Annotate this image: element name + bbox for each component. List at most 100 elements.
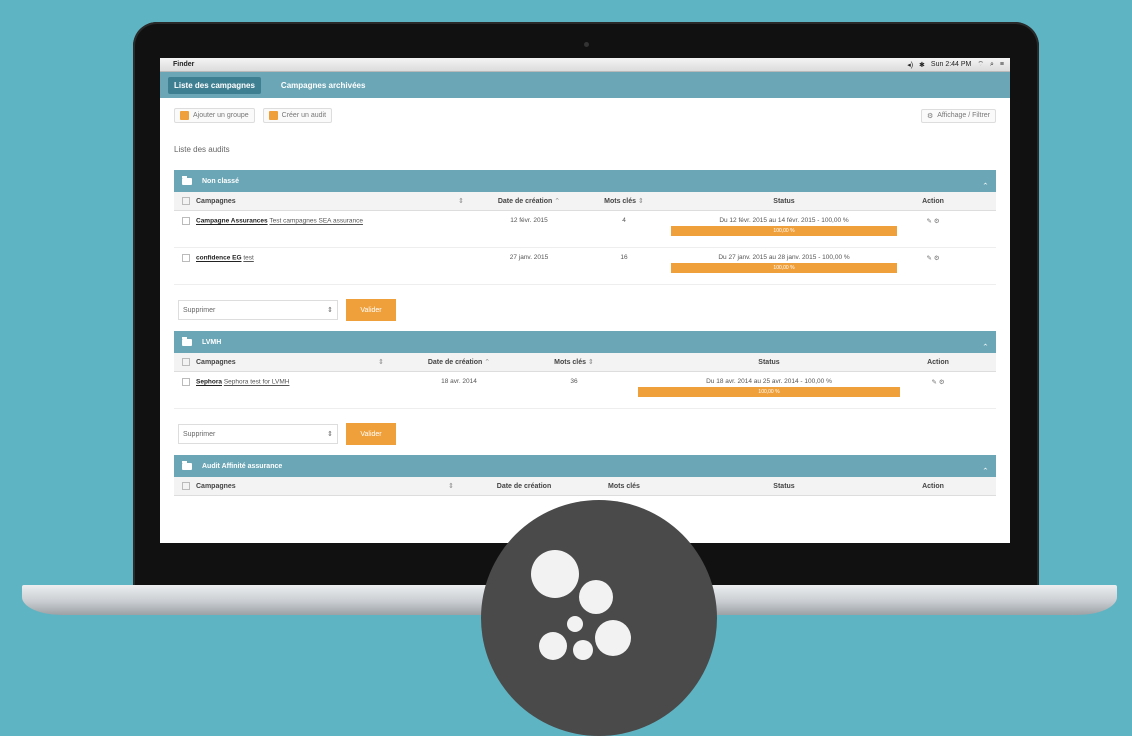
sort-icon[interactable]: ⇕ (638, 198, 644, 205)
create-audit-button[interactable]: Créer un audit (262, 108, 333, 123)
edit-icon[interactable]: ✎ (926, 255, 931, 262)
logo-dot (539, 632, 567, 660)
folder-icon (182, 460, 192, 470)
column-keywords[interactable]: Mots clés ⇕ (584, 197, 664, 205)
edit-icon[interactable]: ✎ (931, 379, 936, 386)
settings-icon[interactable]: ⚙ (939, 379, 945, 386)
group-header[interactable]: LVMH ‸ (174, 331, 996, 353)
column-status-label: Status (773, 482, 795, 490)
bubbles-logo-icon (481, 500, 717, 736)
progress-bar: 100,00 % (671, 263, 897, 273)
sort-icon[interactable]: ⇕ (448, 482, 454, 490)
column-keywords-label: Mots clés (604, 198, 637, 205)
group-header[interactable]: Non classé ‸ (174, 170, 996, 192)
sort-icon[interactable]: ⌃ (554, 198, 560, 205)
campaign-detail-link[interactable]: Sephora test for LVMH (224, 379, 290, 386)
table-row: Sephora Sephora test for LVMH 18 avr. 20… (174, 372, 996, 409)
bulk-actions: Supprimer ⇕ Valider (174, 285, 996, 331)
campaign-link[interactable]: confidence EG (196, 255, 242, 262)
menubar-clock[interactable]: Sun 2:44 PM (931, 61, 971, 68)
campaign-link[interactable]: Sephora (196, 379, 222, 386)
group-panel: Audit Affinité assurance ‸ Campagnes ⇕ Da… (174, 455, 996, 496)
menubar-app-name[interactable]: Finder (173, 61, 194, 68)
tab-campaign-list[interactable]: Liste des campagnes (168, 76, 261, 94)
bluetooth-icon[interactable]: ✱ (919, 61, 925, 69)
bulk-actions: Supprimer ⇕ Valider (174, 409, 996, 455)
column-status[interactable]: Status (664, 483, 904, 490)
validate-button[interactable]: Valider (346, 423, 396, 445)
column-date[interactable]: Date de création ⌃ (394, 358, 524, 366)
campaign-link[interactable]: Campagne Assurances (196, 218, 268, 225)
row-status: Du 27 janv. 2015 au 28 janv. 2015 - 100,… (664, 254, 904, 273)
collapse-icon[interactable]: ‸ (983, 338, 988, 346)
validate-button[interactable]: Valider (346, 299, 396, 321)
column-date[interactable]: Date de création ⌃ (474, 197, 584, 205)
logo-dot (531, 550, 579, 598)
column-campaign-label: Campagnes (196, 197, 236, 205)
column-keywords[interactable]: Mots clés (584, 483, 664, 490)
column-date[interactable]: Date de création (464, 483, 584, 490)
select-all-checkbox[interactable] (182, 482, 190, 490)
column-campaign[interactable]: Campagnes ⇕ (174, 358, 394, 366)
row-status: Du 18 avr. 2014 au 25 avr. 2014 - 100,00… (624, 378, 914, 397)
tab-archived-campaigns[interactable]: Campagnes archivées (275, 77, 372, 94)
collapse-icon[interactable]: ‸ (983, 177, 988, 185)
plus-icon (180, 111, 189, 120)
select-arrow-icon: ⇕ (327, 431, 333, 438)
column-status-label: Status (773, 197, 795, 205)
select-all-checkbox[interactable] (182, 197, 190, 205)
row-checkbox[interactable] (182, 254, 190, 262)
group-name: Non classé (202, 177, 239, 185)
plus-icon (268, 111, 278, 120)
volume-icon[interactable]: ◂) (907, 61, 913, 69)
column-campaign[interactable]: Campagnes ⇕ (174, 482, 464, 490)
column-campaign[interactable]: Campagnes ⇕ (174, 197, 474, 205)
column-action-label: Action (922, 197, 944, 205)
row-keywords: 16 (620, 254, 628, 261)
sort-icon[interactable]: ⇕ (458, 197, 464, 205)
group-header[interactable]: Audit Affinité assurance ‸ (174, 455, 996, 477)
campaign-detail-link[interactable]: test (243, 255, 253, 262)
sort-icon[interactable]: ⇕ (588, 359, 594, 366)
add-group-button[interactable]: Ajouter un groupe (174, 108, 255, 123)
wifi-icon[interactable]: ⌔ (977, 60, 984, 69)
sort-icon[interactable]: ⌃ (484, 359, 490, 366)
row-actions: ✎ ⚙ (914, 378, 962, 386)
row-checkbox[interactable] (182, 378, 190, 386)
column-campaign-label: Campagnes (196, 482, 236, 490)
column-keywords[interactable]: Mots clés ⇕ (524, 358, 624, 366)
column-status[interactable]: Status (624, 359, 914, 366)
row-date: 18 avr. 2014 (441, 378, 477, 385)
bulk-action-select[interactable]: Supprimer ⇕ (178, 424, 338, 444)
column-campaign-label: Campagnes (196, 358, 236, 366)
mac-menubar: Finder ◂) ✱ Sun 2:44 PM ⌔ ⌕ ≡ (160, 58, 1010, 72)
sort-icon[interactable]: ⇕ (378, 358, 384, 366)
row-keywords: 4 (622, 217, 626, 224)
row-keywords: 36 (570, 378, 578, 385)
select-all-checkbox[interactable] (182, 358, 190, 366)
column-status[interactable]: Status (664, 198, 904, 205)
display-filter-button[interactable]: ⚙ Affichage / Filtrer (920, 108, 996, 123)
settings-icon[interactable]: ⚙ (934, 218, 940, 225)
camera-icon (584, 42, 589, 47)
create-audit-label: Créer un audit (281, 112, 327, 119)
row-date: 12 févr. 2015 (510, 217, 548, 224)
progress-bar: 100,00 % (638, 387, 900, 397)
bulk-action-select[interactable]: Supprimer ⇕ (178, 300, 338, 320)
settings-icon[interactable]: ⚙ (934, 255, 940, 262)
app-tabs: Liste des campagnes Campagnes archivées (160, 72, 1010, 98)
collapse-icon[interactable]: ‸ (983, 462, 988, 470)
menu-list-icon[interactable]: ≡ (1000, 61, 1004, 68)
group-panel: LVMH ‸ Campagnes ⇕ Date de création ⌃ Mot… (174, 331, 996, 455)
status-text: Du 18 avr. 2014 au 25 avr. 2014 - 100,00… (706, 378, 832, 385)
select-arrow-icon: ⇕ (327, 307, 333, 314)
add-group-label: Ajouter un groupe (193, 112, 249, 119)
campaign-detail-link[interactable]: Test campagnes SEA assurance (269, 218, 363, 225)
table-row: Campagne Assurances Test campagnes SEA a… (174, 211, 996, 248)
row-checkbox[interactable] (182, 217, 190, 225)
progress-bar: 100,00 % (671, 226, 897, 236)
edit-icon[interactable]: ✎ (926, 218, 931, 225)
group-name: LVMH (202, 338, 222, 346)
spotlight-icon[interactable]: ⌕ (990, 61, 994, 69)
row-status: Du 12 févr. 2015 au 14 févr. 2015 - 100,… (664, 217, 904, 236)
